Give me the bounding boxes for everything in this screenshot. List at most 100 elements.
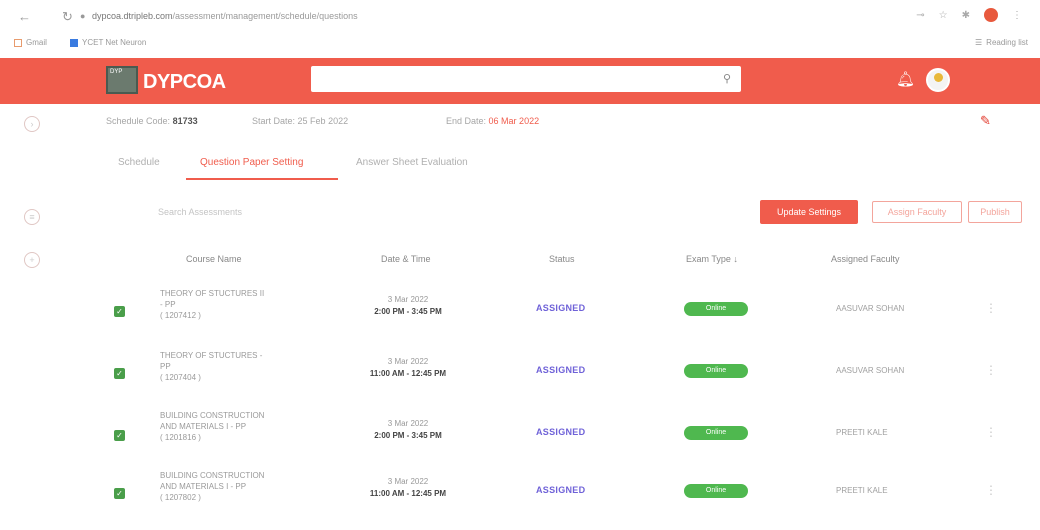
status-badge: ASSIGNED — [536, 365, 586, 375]
column-header-date-time[interactable]: Date & Time — [381, 254, 431, 264]
course-title: BUILDING CONSTRUCTION — [160, 411, 265, 420]
schedule-code: Schedule Code: 81733 — [106, 116, 198, 126]
exam-time: 2:00 PM - 3:45 PM — [374, 307, 442, 316]
app-title: DYPCOA — [143, 71, 226, 93]
bookmarks-bar: Gmail YCET Net Neuron ☰ Reading list — [0, 32, 1040, 56]
tab-question-paper-setting[interactable]: Question Paper Setting — [200, 157, 303, 168]
address-bar[interactable]: dypcoa.dtripleb.com/assessment/managemen… — [92, 11, 358, 21]
reload-icon[interactable]: ↻ — [62, 9, 73, 25]
exam-date: 3 Mar 2022 — [387, 477, 429, 486]
column-header-course[interactable]: Course Name — [186, 254, 242, 264]
sort-icon[interactable]: ↓ — [733, 254, 738, 264]
course-subtitle: - PP — [160, 300, 176, 309]
reading-list-icon: ☰ — [975, 38, 983, 47]
filter-icon[interactable]: ≡ — [24, 209, 40, 225]
table-row[interactable]: ✓ THEORY OF STUCTURES II - PP ( 1207412 … — [0, 284, 1040, 346]
start-date-label: Start Date: — [252, 116, 296, 126]
course-subtitle: AND MATERIALS I - PP — [160, 422, 247, 431]
end-date: End Date: 06 Mar 2022 — [446, 116, 539, 126]
table-row[interactable]: ✓ BUILDING CONSTRUCTION AND MATERIALS I … — [0, 408, 1040, 470]
reading-list-label: Reading list — [986, 38, 1028, 47]
search-icon[interactable]: ⚲ — [723, 72, 731, 85]
assigned-faculty: PREETI KALE — [836, 428, 888, 437]
bookmark-label: YCET Net Neuron — [82, 38, 147, 47]
exam-type-badge: Online — [684, 484, 748, 498]
end-date-value: 06 Mar 2022 — [488, 116, 540, 126]
exam-type-badge: Online — [684, 426, 748, 440]
course-code: ( 1207404 ) — [160, 373, 201, 382]
publish-button[interactable]: Publish — [968, 201, 1022, 223]
course-title: THEORY OF STUCTURES - — [160, 351, 263, 360]
star-icon[interactable]: ☆ — [939, 10, 948, 21]
course-subtitle: PP — [160, 362, 171, 371]
assigned-faculty: Aasuvar Sohan — [836, 304, 905, 313]
schedule-code-value: 81733 — [172, 116, 198, 126]
assigned-faculty: Aasuvar Sohan — [836, 366, 905, 375]
url-host: dypcoa.dtripleb.com — [92, 11, 173, 21]
edit-icon[interactable]: ✎ — [980, 113, 991, 129]
course-code: ( 1201816 ) — [160, 433, 201, 442]
row-checkbox[interactable]: ✓ — [114, 430, 125, 441]
tab-schedule[interactable]: Schedule — [118, 157, 160, 168]
bookmark-site-icon — [70, 38, 78, 47]
row-checkbox[interactable]: ✓ — [114, 488, 125, 499]
tab-answer-sheet-evaluation[interactable]: Answer Sheet Evaluation — [356, 157, 468, 168]
more-options-icon[interactable]: ⋮ — [985, 483, 997, 497]
exam-type-badge: Online — [684, 364, 748, 378]
course-code: ( 1207412 ) — [160, 311, 201, 320]
course-name: BUILDING CONSTRUCTION AND MATERIALS I - … — [160, 470, 310, 503]
column-header-status[interactable]: Status — [549, 254, 575, 264]
reading-list[interactable]: ☰ Reading list — [975, 38, 1028, 47]
table-row[interactable]: ✓ THEORY OF STUCTURES - PP ( 1207404 ) 3… — [0, 346, 1040, 408]
date-time: 3 Mar 2022 11:00 AM - 12:45 PM — [352, 476, 464, 500]
bookmark-ycet[interactable]: YCET Net Neuron — [70, 38, 146, 47]
date-time: 3 Mar 2022 2:00 PM - 3:45 PM — [352, 418, 464, 442]
app-header: DYP DYPCOA ⚲ 🔔︎ — [0, 58, 1040, 104]
status-badge: ASSIGNED — [536, 427, 586, 437]
start-date: Start Date: 25 Feb 2022 — [252, 116, 348, 126]
course-title: THEORY OF STUCTURES II — [160, 289, 265, 298]
more-options-icon[interactable]: ⋮ — [985, 363, 997, 377]
menu-icon[interactable]: ⋮ — [1012, 10, 1022, 21]
exam-time: 11:00 AM - 12:45 PM — [369, 369, 447, 378]
exam-type-header-label: Exam Type — [686, 254, 731, 264]
logo-text: DYP — [110, 69, 123, 75]
start-date-value: 25 Feb 2022 — [297, 116, 349, 126]
schedule-code-label: Schedule Code: — [106, 116, 171, 126]
lock-icon: ● — [80, 11, 86, 21]
more-options-icon[interactable]: ⋮ — [985, 425, 997, 439]
bookmark-gmail[interactable]: Gmail — [14, 38, 47, 47]
bell-icon[interactable]: 🔔︎ — [896, 70, 915, 88]
college-logo[interactable]: DYP — [106, 66, 138, 94]
collapse-icon[interactable]: › — [24, 116, 40, 132]
column-header-exam-type[interactable]: Exam Type ↓ — [686, 254, 738, 264]
assign-faculty-button[interactable]: Assign Faculty — [872, 201, 962, 223]
table-row[interactable]: ✓ BUILDING CONSTRUCTION AND MATERIALS I … — [0, 468, 1040, 530]
update-settings-button[interactable]: Update Settings — [760, 200, 858, 224]
date-time: 3 Mar 2022 2:00 PM - 3:45 PM — [352, 294, 464, 318]
active-tab-indicator — [186, 178, 338, 180]
course-title: BUILDING CONSTRUCTION — [160, 471, 265, 480]
column-header-faculty[interactable]: Assigned Faculty — [831, 254, 900, 264]
url-path: /assessment/management/schedule/question… — [172, 11, 358, 21]
puzzle-icon[interactable]: ✱ — [962, 10, 970, 21]
exam-date: 3 Mar 2022 — [387, 419, 429, 428]
course-subtitle: AND MATERIALS I - PP — [160, 482, 247, 491]
expand-icon[interactable]: + — [24, 252, 40, 268]
exam-date: 3 Mar 2022 — [387, 357, 429, 366]
more-options-icon[interactable]: ⋮ — [985, 301, 997, 315]
key-icon[interactable]: ⊸ — [916, 10, 924, 21]
course-name: BUILDING CONSTRUCTION AND MATERIALS I - … — [160, 410, 310, 443]
profile-icon[interactable] — [984, 8, 998, 22]
exam-time: 2:00 PM - 3:45 PM — [374, 431, 442, 440]
search-assessments-input[interactable]: Search Assessments — [158, 207, 242, 217]
back-icon[interactable]: ← — [18, 9, 31, 24]
status-badge: ASSIGNED — [536, 303, 586, 313]
global-search-input[interactable]: ⚲ — [311, 66, 741, 92]
exam-time: 11:00 AM - 12:45 PM — [369, 489, 447, 498]
row-checkbox[interactable]: ✓ — [114, 368, 125, 379]
row-checkbox[interactable]: ✓ — [114, 306, 125, 317]
user-avatar[interactable] — [926, 68, 950, 92]
extension-tray: ⊸ ☆ ✱ ⋮ — [916, 8, 1022, 22]
course-code: ( 1207802 ) — [160, 493, 201, 502]
